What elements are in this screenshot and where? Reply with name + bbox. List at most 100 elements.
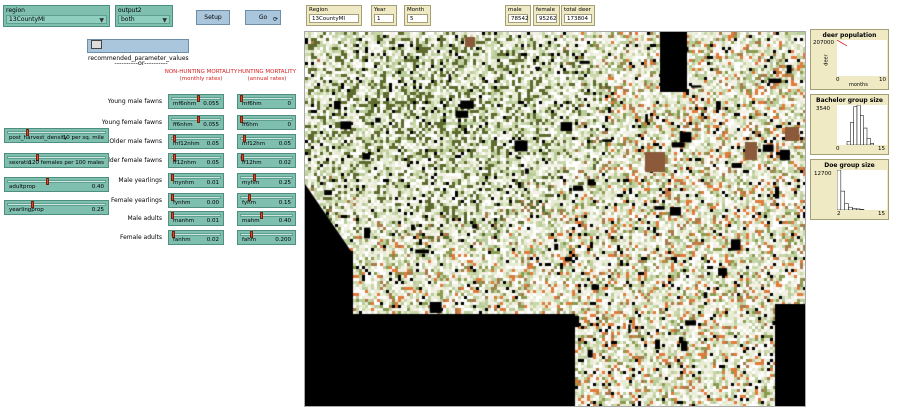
ff6nhm-slider[interactable]: ff6nhm 0.055 <box>168 115 224 130</box>
output-chooser-label: output2 <box>118 7 142 14</box>
chevron-down-icon[interactable]: ▼ <box>162 17 167 24</box>
bachelor-group-title: Bachelor group size <box>816 97 883 104</box>
setup-button-label: Setup <box>204 14 222 21</box>
row-label: Young male fawns <box>107 98 162 105</box>
mf12hm-slider[interactable]: mf12hm 0.05 <box>237 134 296 149</box>
year-monitor: Year 1 <box>371 5 397 26</box>
deer-population-plot-area <box>836 39 887 76</box>
slider-knob[interactable] <box>260 212 264 219</box>
deer-population-xmax: 10 <box>879 77 886 83</box>
table-icon <box>91 40 102 49</box>
slider-value: 0.200 <box>275 237 291 243</box>
slider-value: 0.00 <box>206 200 219 206</box>
slider-name: manhm <box>173 218 195 224</box>
region-chooser-value[interactable]: 13CountyMI <box>6 15 107 24</box>
region-chooser-label: region <box>6 7 25 14</box>
slider-name: fyhm <box>242 200 256 206</box>
nonhunting-header: NON-HUNTING MORTALITY (monthly rates) <box>164 69 238 82</box>
slider-track[interactable] <box>240 214 293 217</box>
slider-track[interactable] <box>171 118 221 121</box>
mf12nhm-slider[interactable]: mf12nhm 0.05 <box>168 134 224 149</box>
deer-population-xlabel: months <box>849 82 868 88</box>
slider-track[interactable] <box>7 203 106 206</box>
output-chooser[interactable]: output2 both ▼ <box>115 5 173 27</box>
mf6nhm-slider[interactable]: mf6nhm 0.055 <box>168 94 224 109</box>
histogram-bar <box>863 127 868 146</box>
bachelor-group-plot: Bachelor group size 3540 0 15 <box>810 94 889 155</box>
slider-track[interactable] <box>7 131 106 134</box>
fyhm-slider[interactable]: fyhm 0.15 <box>237 193 296 208</box>
slider-track[interactable] <box>7 180 106 183</box>
fanhm-slider[interactable]: fanhm 0.02 <box>168 230 224 245</box>
slider-knob[interactable] <box>197 95 201 102</box>
slider-track[interactable] <box>171 156 221 159</box>
mf6hm-slider[interactable]: mf6hm 0 <box>237 94 296 109</box>
histogram-bar <box>856 104 861 146</box>
slider-value: 0.02 <box>206 237 219 243</box>
deer-habitat-map[interactable] <box>305 32 805 406</box>
hunting-header: HUNTING MORTALITY (annual rates) <box>234 69 300 82</box>
female-monitor-label: female <box>536 7 555 13</box>
total-deer-monitor-value: 173804 <box>564 14 592 23</box>
slider-track[interactable] <box>7 156 106 159</box>
setup-button[interactable]: Setup <box>196 10 230 25</box>
bachelor-group-xmax: 15 <box>878 146 885 152</box>
slider-name: myhm <box>242 180 260 186</box>
slider-knob[interactable] <box>197 116 201 123</box>
month-monitor: Month 5 <box>404 5 431 26</box>
slider-value: 10 per sq. mile <box>62 135 104 141</box>
recommended-parameters-button[interactable]: recommended_parameter_values <box>87 39 189 62</box>
slider-value: 0 <box>287 101 292 107</box>
slider-value: 0.40 <box>91 184 104 190</box>
chevron-down-icon[interactable]: ▼ <box>99 17 104 24</box>
forever-icon: ⟳ <box>272 16 278 23</box>
manhm-slider[interactable]: manhm 0.01 <box>168 211 224 226</box>
slider-track[interactable] <box>240 97 293 100</box>
slider-knob[interactable] <box>45 178 49 185</box>
male-monitor-value: 78542 <box>508 14 529 23</box>
post_harvest_density-slider[interactable]: post_harvest_density 10 per sq. mile <box>4 128 109 143</box>
world-view[interactable] <box>304 31 806 407</box>
myhm-slider[interactable]: myhm 0.25 <box>237 173 296 188</box>
slider-track[interactable] <box>171 196 221 199</box>
slider-track[interactable] <box>171 233 221 236</box>
hunting-subtitle: (annual rates) <box>247 75 287 82</box>
slider-track[interactable] <box>240 233 293 236</box>
slider-value: 0 <box>287 122 292 128</box>
mahm-slider[interactable]: mahm 0.40 <box>237 211 296 226</box>
slider-track[interactable] <box>171 176 221 179</box>
slider-value: 0.15 <box>278 200 291 206</box>
ff6hm-slider[interactable]: ff6hm 0 <box>237 115 296 130</box>
slider-track[interactable] <box>171 97 221 100</box>
yearlingprop-slider[interactable]: yearlingprop 0.25 <box>4 200 109 215</box>
deer-population-plot: deer population 207000 deer 0 months 10 <box>810 29 889 90</box>
slider-track[interactable] <box>240 156 293 159</box>
slider-track[interactable] <box>171 137 221 140</box>
mynhm-slider[interactable]: mynhm 0.01 <box>168 173 224 188</box>
slider-track[interactable] <box>240 118 293 121</box>
hunting-title: HUNTING MORTALITY <box>238 69 296 75</box>
histogram-bar <box>848 206 853 211</box>
slider-track[interactable] <box>240 176 293 179</box>
slider-value: 0.055 <box>203 101 219 107</box>
fynhm-slider[interactable]: fynhm 0.00 <box>168 193 224 208</box>
region-chooser[interactable]: region 13CountyMI ▼ <box>3 5 110 27</box>
slider-name: fanhm <box>173 237 191 243</box>
slider-value: 0.02 <box>278 160 291 166</box>
adultprop-slider[interactable]: adultprop 0.40 <box>4 177 109 192</box>
doe-group-title: Doe group size <box>824 162 875 169</box>
slider-name: mf12hm <box>242 141 266 147</box>
slider-name: mf6nhm <box>173 101 197 107</box>
ff12nhm-slider[interactable]: ff12nhm 0.05 <box>168 153 224 168</box>
ff12hm-slider[interactable]: ff12hm 0.02 <box>237 153 296 168</box>
histogram-bar <box>836 169 842 211</box>
slider-name: fynhm <box>173 200 191 206</box>
go-button[interactable]: Go ⟳ <box>245 10 281 25</box>
female-monitor-value: 95262 <box>536 14 557 23</box>
histogram-bar <box>855 208 861 211</box>
sexratio-slider[interactable]: sexratio 120 females per 100 males <box>4 153 109 168</box>
nonhunting-subtitle: (monthly rates) <box>179 75 223 82</box>
slider-track[interactable] <box>171 214 221 217</box>
slider-track[interactable] <box>240 137 293 140</box>
fahm-slider[interactable]: fahm 0.200 <box>237 230 296 245</box>
